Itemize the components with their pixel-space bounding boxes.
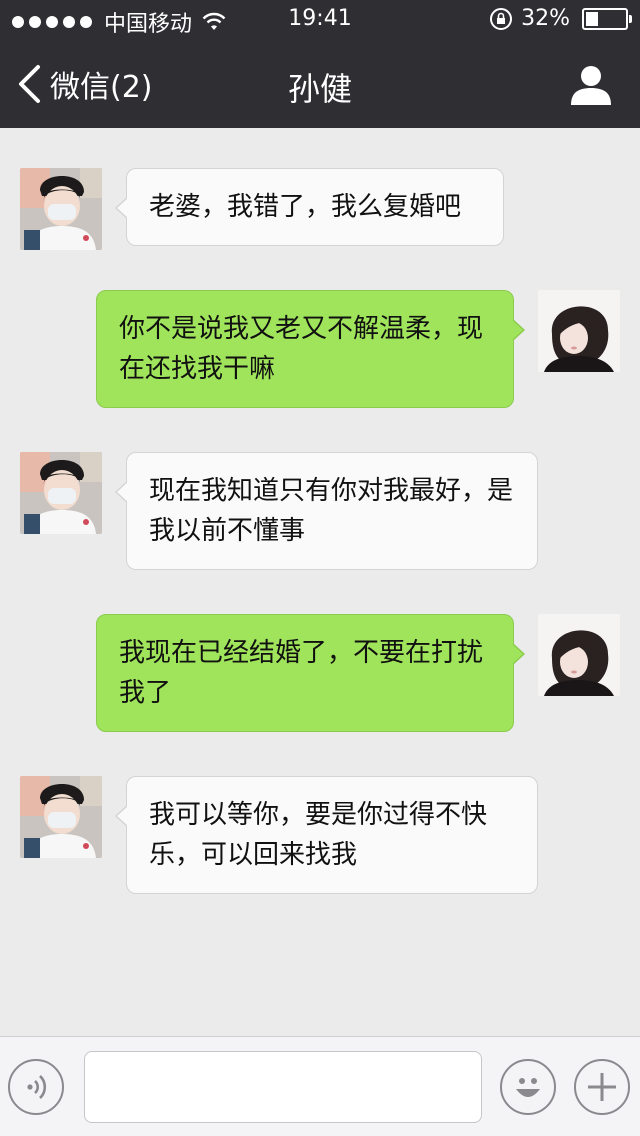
- message-bubble[interactable]: 现在我知道只有你对我最好，是我以前不懂事: [115, 452, 538, 570]
- status-bar: 中国移动 19:41 32%: [0, 0, 640, 40]
- chat-title: 孙健: [287, 70, 352, 108]
- message-bubble[interactable]: 我可以等你，要是你过得不快乐，可以回来找我: [115, 776, 538, 894]
- status-right: 32%: [489, 6, 632, 31]
- emoji-icon: [516, 1078, 540, 1097]
- message-bubble[interactable]: 你不是说我又老又不解温柔，现在还找我干嘛: [96, 290, 525, 408]
- female-avatar[interactable]: [538, 614, 620, 696]
- message-text: 现在我知道只有你对我最好，是我以前不懂事: [149, 476, 514, 546]
- rotation-lock-icon: [490, 7, 513, 30]
- chat-area[interactable]: 老婆，我错了，我么复婚吧 你不是说我又老又不解温柔，现在还找我干嘛 现在我知道只…: [0, 128, 640, 1036]
- input-bar: [0, 1036, 640, 1136]
- plus-icon: [588, 1073, 616, 1101]
- message-bubble[interactable]: 我现在已经结婚了，不要在打扰我了: [96, 614, 525, 732]
- female-avatar[interactable]: [538, 290, 620, 372]
- message-text: 我现在已经结婚了，不要在打扰我了: [119, 638, 484, 708]
- voice-icon: [27, 1075, 47, 1099]
- battery-percent: 32%: [521, 6, 570, 31]
- message-text: 你不是说我又老又不解温柔，现在还找我干嘛: [119, 314, 484, 384]
- message-text: 我可以等你，要是你过得不快乐，可以回来找我: [149, 800, 488, 870]
- message-input[interactable]: [84, 1051, 482, 1123]
- male-avatar[interactable]: [20, 452, 102, 534]
- battery-level: [586, 11, 598, 26]
- emoji-button[interactable]: [500, 1059, 556, 1115]
- message-text: 老婆，我错了，我么复婚吧: [149, 192, 462, 222]
- profile-icon[interactable]: [570, 64, 612, 106]
- message-bubble[interactable]: 老婆，我错了，我么复婚吧: [115, 168, 504, 246]
- male-avatar[interactable]: [20, 168, 102, 250]
- male-avatar[interactable]: [20, 776, 102, 858]
- nav-bar: 微信(2) 孙健: [0, 40, 640, 128]
- voice-button[interactable]: [8, 1059, 64, 1115]
- more-button[interactable]: [574, 1059, 630, 1115]
- battery-icon: [582, 7, 632, 30]
